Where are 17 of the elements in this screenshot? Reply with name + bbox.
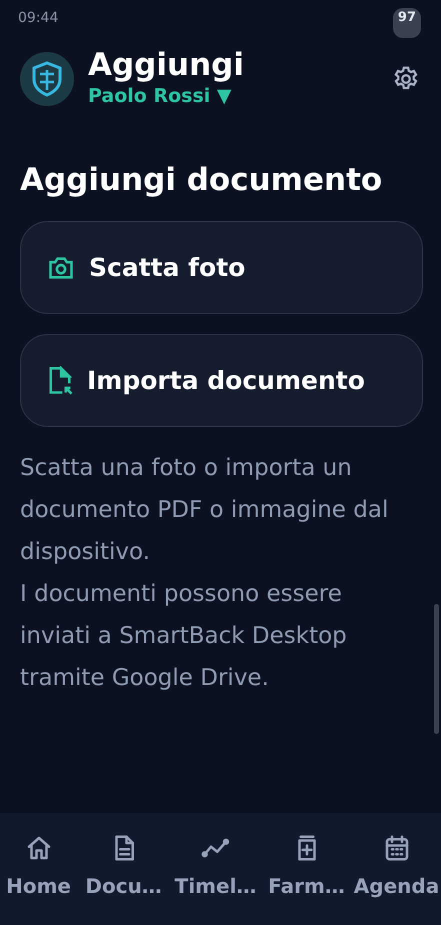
nav-tab[interactable]: Home (0, 833, 78, 925)
shield-logo-icon (20, 52, 74, 106)
page-title: Aggiungi (88, 48, 244, 82)
document-import-icon (47, 366, 73, 396)
section-title: Aggiungi documento (19, 160, 384, 200)
action-button[interactable]: Importa documento (20, 334, 423, 428)
nav-tab[interactable]: Farm… (261, 833, 352, 925)
description-text: Scatta una foto o importa un documento PDF o immagine dal dispositivo. (19, 454, 390, 568)
nav-tab[interactable]: Timel… (170, 833, 262, 925)
description-text: I documenti possono essere inviati a SmartBack Desktop tramite Google Drive. (19, 580, 348, 694)
action-button[interactable]: Scatta foto (20, 221, 423, 314)
nav-tab[interactable]: Docu… (77, 833, 170, 925)
status-time: 09:44 (18, 9, 58, 28)
camera-icon (47, 254, 75, 281)
battery-level: 97 (392, 8, 421, 38)
nav-tab[interactable]: Agenda (352, 833, 441, 925)
profile-selector[interactable]: Paolo Rossi ▼ (88, 82, 244, 111)
